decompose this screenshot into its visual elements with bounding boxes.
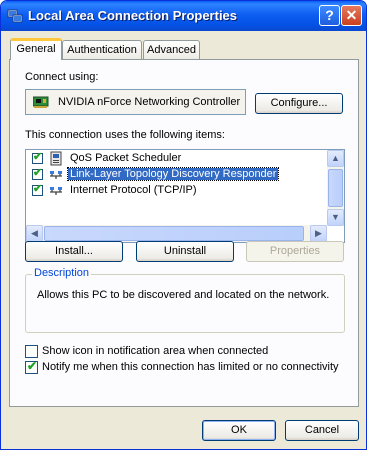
window-title: Local Area Connection Properties [28,8,238,23]
properties-button[interactable]: Properties [246,241,344,262]
components-list[interactable]: ✔ QoS Packet Scheduler ✔ Link-Layer Topo… [25,149,345,243]
scroll-up-icon[interactable]: ▲ [327,150,344,167]
configure-button[interactable]: Configure... [255,93,343,114]
scheduler-icon [50,151,62,166]
help-button[interactable]: ? [319,5,340,26]
list-item[interactable]: ✔ QoS Packet Scheduler [26,151,326,167]
cancel-button[interactable]: Cancel [285,420,359,441]
description-group [25,274,345,333]
scroll-down-icon[interactable]: ▼ [327,209,344,226]
item-label: Link-Layer Topology Discovery Responder [66,167,280,181]
item-checkbox[interactable]: ✔ [32,183,43,196]
close-button[interactable]: ✕ [341,5,362,26]
tab-general[interactable]: General [10,38,62,60]
network-connection-icon [7,9,23,23]
adapter-name: NVIDIA nForce Networking Controller [58,96,241,108]
description-title: Description [32,267,92,279]
list-item[interactable]: ✔ Internet Protocol (TCP/IP) [26,183,326,199]
horizontal-scroll-thumb[interactable] [44,226,304,241]
description-text: Allows this PC to be discovered and loca… [37,289,330,301]
tab-authentication[interactable]: Authentication [62,40,142,59]
vertical-scrollbar[interactable]: ▲ ▼ [327,150,344,226]
notify-label[interactable]: Notify me when this connection has limit… [42,361,339,373]
item-label: QoS Packet Scheduler [70,152,182,164]
network-protocol-icon [50,171,62,179]
vertical-scroll-thumb[interactable] [328,169,343,207]
show-icon-label[interactable]: Show icon in notification area when conn… [42,345,268,357]
install-button[interactable]: Install... [25,241,123,262]
item-checkbox[interactable]: ✔ [32,167,43,180]
adapter-box: NVIDIA nForce Networking Controller [25,89,246,115]
ok-button[interactable]: OK [202,420,276,441]
scroll-right-icon[interactable]: ▶ [310,225,327,242]
item-checkbox[interactable]: ✔ [32,151,43,164]
connect-using-label: Connect using: [25,71,99,83]
horizontal-scrollbar[interactable]: ◀ ▶ [26,225,327,242]
properties-dialog: Local Area Connection Properties ? ✕ Gen… [0,0,367,450]
title-bar[interactable]: Local Area Connection Properties ? ✕ [1,1,366,31]
list-item[interactable]: ✔ Link-Layer Topology Discovery Responde… [26,167,326,183]
notify-checkbox[interactable]: ✔ [25,359,38,374]
scroll-left-icon[interactable]: ◀ [26,225,43,242]
network-adapter-icon [33,96,49,108]
items-label: This connection uses the following items… [25,129,225,141]
tab-advanced[interactable]: Advanced [143,40,200,59]
network-protocol-icon [50,187,62,195]
general-tab-panel: Connect using: NVIDIA nForce Networking … [9,59,359,407]
item-label: Internet Protocol (TCP/IP) [70,184,197,196]
show-icon-checkbox[interactable] [25,345,38,358]
uninstall-button[interactable]: Uninstall [136,241,234,262]
